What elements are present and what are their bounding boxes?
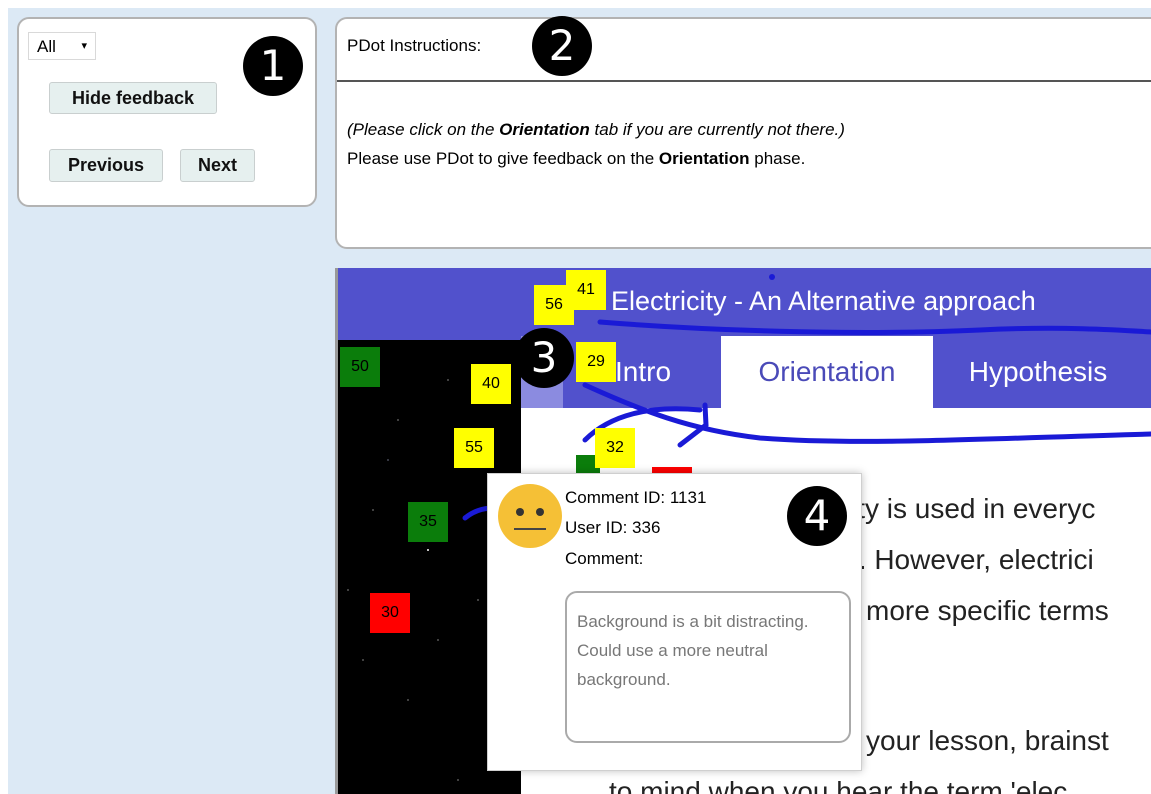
line1-emphasis: Orientation	[499, 120, 590, 139]
feedback-marker-55[interactable]: 55	[454, 428, 494, 468]
feedback-marker-30[interactable]: 30	[370, 593, 410, 633]
hide-feedback-button[interactable]: Hide feedback	[49, 82, 217, 114]
neutral-face-icon	[498, 484, 562, 548]
line1-prefix: (Please click on the	[347, 120, 500, 139]
lesson-left-border	[335, 268, 338, 794]
annotation-badge-1: 1	[243, 36, 303, 96]
content-line-4: your lesson, brainst	[866, 725, 1109, 756]
feedback-marker-40[interactable]: 40	[471, 364, 511, 404]
lesson-title: Electricity - An Alternative approach	[611, 286, 1036, 316]
annotation-badge-2: 2	[532, 16, 592, 76]
comment-id: Comment ID: 1131	[565, 488, 707, 507]
feedback-marker-29[interactable]: 29	[576, 342, 616, 382]
instructions-title: PDot Instructions:	[347, 36, 482, 55]
comment-label: Comment:	[565, 549, 644, 568]
line2-prefix: Please use PDot to give feedback on the	[347, 149, 659, 168]
previous-button[interactable]: Previous	[49, 149, 163, 182]
filter-select-value: All	[37, 37, 56, 56]
content-line-2: t. However, electrici	[851, 544, 1094, 575]
instructions-panel: PDot Instructions: (Please click on the …	[335, 17, 1151, 249]
line2-emphasis: Orientation	[658, 149, 750, 168]
tab-orientation[interactable]: Orientation	[721, 336, 933, 408]
feedback-filter-select[interactable]: All ▾	[28, 32, 96, 60]
feedback-marker-32[interactable]: 32	[595, 428, 635, 468]
instructions-line-2: Please use PDot to give feedback on the …	[347, 149, 805, 169]
feedback-marker-35[interactable]: 35	[408, 502, 448, 542]
content-line-1: ity is used in everyc	[851, 493, 1096, 524]
face-eye-left	[516, 508, 524, 516]
feedback-marker-50[interactable]: 50	[340, 347, 380, 387]
chevron-down-icon: ▾	[81, 40, 87, 52]
content-line-3: more specific terms	[866, 595, 1109, 626]
line2-suffix: phase.	[749, 149, 806, 168]
comment-text-box[interactable]: Background is a bit distracting. Could u…	[565, 591, 851, 743]
feedback-marker-41[interactable]: 41	[566, 270, 606, 310]
annotation-badge-3: 3	[514, 328, 574, 388]
next-button[interactable]: Next	[180, 149, 255, 182]
instructions-line-1: (Please click on the Orientation tab if …	[347, 120, 845, 140]
instructions-divider	[337, 80, 1151, 82]
tab-hypothesis[interactable]: Hypothesis	[933, 336, 1143, 408]
annotation-badge-4: 4	[787, 486, 847, 546]
face-eye-right	[536, 508, 544, 516]
user-id: User ID: 336	[565, 518, 661, 537]
line1-suffix: tab if you are currently not there.)	[589, 120, 845, 139]
face-mouth	[514, 528, 546, 530]
content-line-5: to mind when you hear the term 'elec	[609, 776, 1068, 794]
